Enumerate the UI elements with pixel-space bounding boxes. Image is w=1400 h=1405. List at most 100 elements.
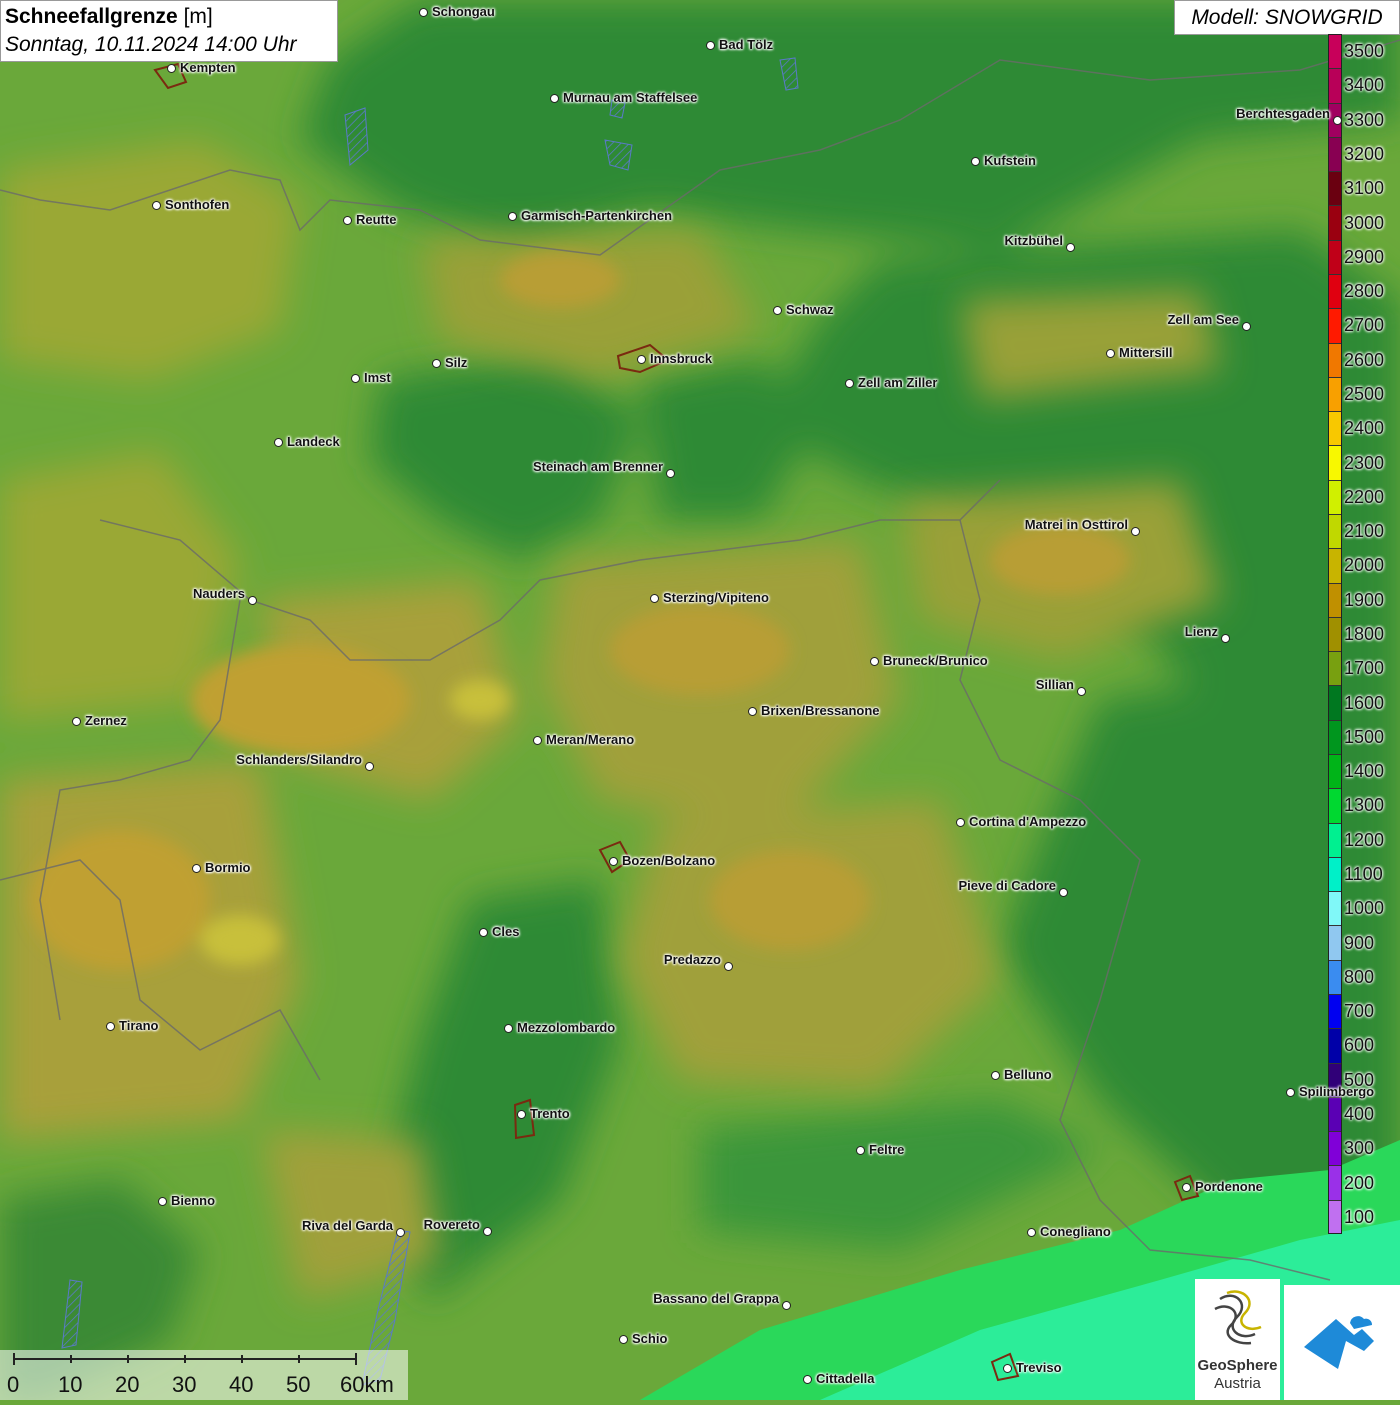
- city-marker: [870, 657, 879, 666]
- city-label: Nauders: [192, 586, 245, 601]
- city-label: Murnau am Staffelsee: [563, 90, 698, 105]
- city-marker: [706, 41, 715, 50]
- city-marker: [1182, 1183, 1191, 1192]
- city-label: Sterzing/Vipiteno: [663, 590, 769, 605]
- map-title-box: Schneefallgrenze [m] Sonntag, 10.11.2024…: [0, 0, 338, 62]
- legend-label: 1300: [1344, 795, 1385, 816]
- legend-frame: [1328, 34, 1342, 1234]
- scale-tick-label: 40: [229, 1372, 254, 1397]
- city-label: Sonthofen: [165, 197, 230, 212]
- city-label: Bassano del Grappa: [653, 1291, 779, 1306]
- legend-label: 3300: [1344, 109, 1385, 130]
- city-marker: [248, 596, 257, 605]
- city-label: Zernez: [85, 713, 127, 728]
- city-marker: [152, 201, 161, 210]
- city-marker: [650, 594, 659, 603]
- city-label: Matrei in Osttirol: [1024, 517, 1128, 532]
- scale-tick-label: 0: [7, 1372, 20, 1397]
- legend-label: 400: [1344, 1104, 1375, 1124]
- city-label: Cles: [492, 924, 520, 939]
- city-marker: [432, 359, 441, 368]
- scale-bar: 0 10 20 30 40 50 60km: [0, 1350, 408, 1400]
- city-marker: [956, 818, 965, 827]
- city-label: Schio: [632, 1331, 668, 1346]
- city-marker: [483, 1227, 492, 1236]
- city-marker: [1221, 634, 1230, 643]
- city-label: Tirano: [119, 1018, 159, 1033]
- city-marker: [343, 216, 352, 225]
- city-label: Mittersill: [1119, 345, 1173, 360]
- city-marker: [550, 94, 559, 103]
- city-marker: [1131, 527, 1140, 536]
- city-marker: [971, 157, 980, 166]
- scale-tick-label: 60km: [340, 1372, 394, 1397]
- legend-label: 3200: [1344, 144, 1385, 164]
- city-marker: [991, 1071, 1000, 1080]
- legend-label: 2400: [1344, 418, 1385, 439]
- city-label: Pieve di Cadore: [958, 878, 1056, 893]
- city-label: Cittadella: [816, 1371, 875, 1386]
- city-marker: [637, 355, 646, 364]
- city-label: Rovereto: [423, 1217, 480, 1232]
- city-marker: [773, 306, 782, 315]
- city-label: Lienz: [1184, 624, 1218, 639]
- city-label: Mezzolombardo: [517, 1020, 616, 1035]
- city-marker: [1106, 349, 1115, 358]
- city-marker: [1003, 1364, 1012, 1373]
- city-marker: [666, 469, 675, 478]
- city-marker: [508, 212, 517, 221]
- city-label: Schlanders/Silandro: [236, 752, 362, 767]
- legend-label: 100: [1344, 1206, 1375, 1227]
- legend-label: 1900: [1344, 589, 1385, 610]
- city-label: Cortina d'Ampezzo: [969, 814, 1087, 829]
- city-marker: [845, 379, 854, 388]
- scale-tick-label: 30: [172, 1372, 197, 1397]
- city-label: Belluno: [1004, 1067, 1052, 1082]
- city-marker: [72, 717, 81, 726]
- app-logo[interactable]: [1284, 1285, 1400, 1400]
- city-label: Spilimbergo: [1299, 1084, 1375, 1099]
- geosphere-logo[interactable]: GeoSphere Austria: [1195, 1279, 1280, 1400]
- legend-label: 1400: [1344, 761, 1385, 782]
- city-label: Schongau: [432, 4, 495, 19]
- city-label: Zell am Ziller: [858, 375, 938, 390]
- city-label: Silz: [445, 355, 468, 370]
- city-label: Meran/Merano: [546, 732, 635, 747]
- legend-label: 300: [1344, 1138, 1375, 1159]
- city-marker: [1027, 1228, 1036, 1237]
- map-title: Schneefallgrenze [m]: [5, 3, 333, 31]
- legend-label: 2000: [1344, 555, 1385, 576]
- city-label: Reutte: [356, 212, 397, 227]
- city-label: Berchtesgaden: [1236, 106, 1330, 121]
- legend-label: 3400: [1344, 75, 1385, 96]
- city-marker: [419, 8, 428, 17]
- city-marker: [856, 1146, 865, 1155]
- city-label: Trento: [530, 1106, 570, 1121]
- city-label: Innsbruck: [650, 351, 713, 366]
- legend-label: 1000: [1344, 898, 1385, 919]
- legend-label: 1500: [1344, 726, 1385, 747]
- city-label: Riva del Garda: [301, 1218, 393, 1233]
- legend-label: 3100: [1344, 178, 1385, 199]
- city-label: Treviso: [1016, 1360, 1062, 1375]
- geosphere-name: GeoSphere: [1197, 1357, 1278, 1374]
- city-marker: [1059, 888, 1068, 897]
- legend-label: 2200: [1344, 486, 1385, 507]
- legend-label: 2100: [1344, 521, 1385, 542]
- city-marker: [609, 857, 618, 866]
- city-label: Conegliano: [1040, 1224, 1111, 1239]
- city-label: Bad Tölz: [719, 37, 774, 52]
- city-marker: [274, 438, 283, 447]
- city-marker: [619, 1335, 628, 1344]
- city-marker: [158, 1197, 167, 1206]
- parameter-name: Schneefallgrenze: [5, 5, 178, 28]
- legend-label: 2700: [1344, 315, 1385, 336]
- city-label: Feltre: [869, 1142, 905, 1157]
- legend-label: 600: [1344, 1035, 1375, 1056]
- city-label: Bozen/Bolzano: [622, 853, 716, 868]
- city-marker: [517, 1110, 526, 1119]
- model-label: Modell: SNOWGRID: [1174, 0, 1400, 35]
- city-label: Brixen/Bressanone: [761, 703, 880, 718]
- city-label: Zell am See: [1167, 312, 1239, 327]
- city-label: Schwaz: [786, 302, 834, 317]
